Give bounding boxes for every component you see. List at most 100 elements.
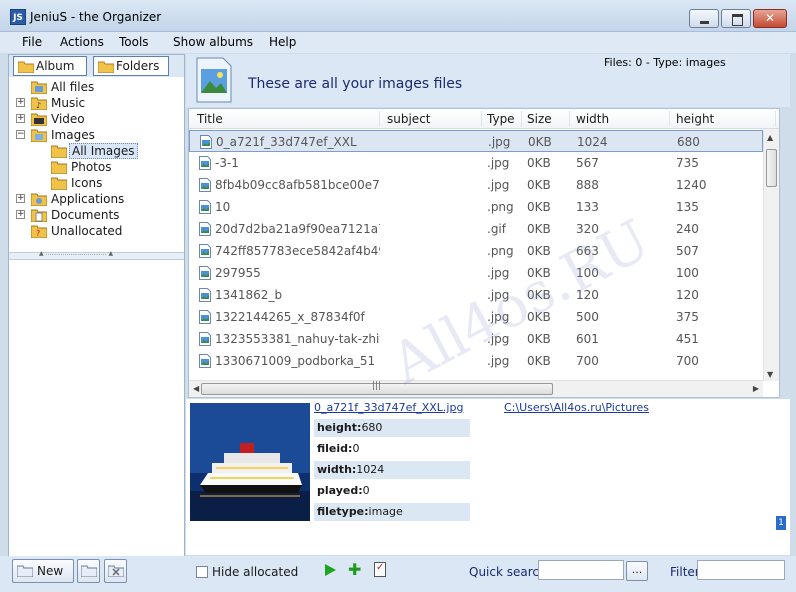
cell-size: 0KB [527, 178, 551, 192]
table-row[interactable]: 1341862_b .jpg 0KB 120 120 [189, 284, 763, 306]
expand-icon[interactable]: + [16, 210, 25, 219]
svg-text:♪: ♪ [36, 101, 41, 110]
image-file-icon [199, 310, 211, 324]
table-row[interactable]: 0_a721f_33d747ef_XXL .jpg 0KB 1024 680 [189, 130, 763, 152]
cell-type: .png [487, 244, 514, 258]
folder-icon [18, 61, 34, 73]
menu-bar: File Actions Tools Show albums Help [0, 32, 796, 53]
cell-size: 0KB [527, 354, 551, 368]
column-divider[interactable] [521, 111, 522, 127]
tree-label: All Images [69, 143, 138, 159]
minimize-button[interactable] [689, 9, 719, 28]
horizontal-scroll-thumb[interactable] [201, 381, 553, 395]
new-album-button[interactable]: New [12, 559, 74, 583]
cell-title: 0_a721f_33d747ef_XXL [216, 135, 357, 149]
table-row[interactable]: 1323553381_nahuy-tak-zhit .jpg 0KB 601 451 [189, 328, 763, 350]
browse-button[interactable]: ... [626, 561, 648, 581]
expand-icon[interactable]: + [16, 98, 25, 107]
page-number-badge[interactable]: 1 [776, 516, 786, 530]
table-row[interactable]: -3-1 .jpg 0KB 567 735 [189, 152, 763, 174]
table-row[interactable]: 742ff857783ece5842af4b499... .png 0KB 663 50… [189, 240, 763, 262]
vertical-scroll-thumb[interactable] [766, 149, 777, 187]
cell-height: 700 [676, 354, 699, 368]
column-width[interactable]: width [576, 112, 609, 126]
images-folder-icon [31, 129, 47, 142]
collapse-icon[interactable]: − [16, 130, 25, 139]
close-button[interactable]: ✕ [753, 9, 787, 28]
add-icon[interactable]: ✚ [348, 562, 361, 578]
cell-height: 451 [676, 332, 699, 346]
column-subject[interactable]: subject [387, 112, 431, 126]
quick-search-input[interactable] [538, 560, 624, 580]
filter-input[interactable] [697, 560, 785, 580]
menu-help[interactable]: Help [269, 35, 296, 49]
tree-label: Icons [71, 176, 103, 190]
prop-filetype: filetype:image [314, 503, 470, 521]
column-divider[interactable] [569, 111, 570, 127]
menu-actions[interactable]: Actions [60, 35, 104, 49]
tab-folders[interactable]: Folders [93, 56, 169, 76]
column-divider[interactable] [481, 111, 482, 127]
table-row[interactable]: 20d7d2ba21a9f90ea7121a76... .gif 0KB 320 240 [189, 218, 763, 240]
table-row[interactable]: 1330671009_podborka_51 .jpg 0KB 700 700 [189, 350, 763, 372]
column-title[interactable]: Title [197, 112, 223, 126]
column-size[interactable]: Size [527, 112, 552, 126]
image-file-icon [199, 178, 211, 192]
unallocated-folder-icon: ? [31, 225, 47, 238]
image-file-icon [199, 288, 211, 302]
expand-icon[interactable]: + [16, 194, 25, 203]
files-count-info: Files: 0 - Type: images [604, 56, 726, 69]
column-height[interactable]: height [676, 112, 714, 126]
play-icon[interactable] [325, 564, 336, 576]
cell-height: 240 [676, 222, 699, 236]
vertical-scrollbar[interactable]: ▲ ▼ [763, 129, 779, 381]
menu-file[interactable]: File [22, 35, 42, 49]
horizontal-scrollbar[interactable]: ◀ ▶ [189, 380, 763, 397]
column-divider[interactable] [669, 111, 670, 127]
hide-allocated-checkbox[interactable] [196, 566, 208, 578]
prop-key: played: [317, 484, 363, 497]
prop-key: height: [317, 421, 362, 434]
delete-folder-button[interactable] [104, 559, 127, 583]
maximize-button[interactable] [721, 9, 751, 28]
documents-folder-icon [31, 209, 47, 222]
scroll-up-icon[interactable]: ▲ [767, 133, 773, 142]
cell-type: .jpg [487, 288, 510, 302]
table-row[interactable]: 10 .png 0KB 133 135 [189, 196, 763, 218]
table-row[interactable]: 8fb4b09cc8afb581bce00e746... .jpg 0KB 888 12… [189, 174, 763, 196]
menu-show-albums[interactable]: Show albums [173, 35, 253, 49]
scroll-down-icon[interactable]: ▼ [767, 370, 773, 379]
detail-pane: 0_a721f_33d747ef_XXL.jpg C:\Users\All4os… [186, 399, 790, 555]
new-button-label: New [37, 564, 64, 578]
folder-icon [51, 161, 67, 174]
cell-type: .jpg [487, 266, 510, 280]
cell-height: 507 [676, 244, 699, 258]
column-type[interactable]: Type [487, 112, 515, 126]
checklist-icon[interactable] [374, 562, 386, 577]
scroll-right-icon[interactable]: ▶ [753, 384, 759, 393]
column-divider[interactable] [379, 111, 380, 127]
scroll-left-icon[interactable]: ◀ [193, 384, 199, 393]
cell-width: 500 [576, 310, 599, 324]
selected-file-link[interactable]: 0_a721f_33d747ef_XXL.jpg [314, 401, 463, 414]
table-row[interactable]: 1322144265_x_87834f0f .jpg 0KB 500 375 [189, 306, 763, 328]
cell-width: 1024 [577, 135, 608, 149]
open-folder-button[interactable] [77, 559, 100, 583]
image-file-icon [199, 266, 211, 280]
cell-type: .jpg [488, 135, 511, 149]
column-divider[interactable] [775, 111, 776, 127]
cell-type: .jpg [487, 310, 510, 324]
tab-album[interactable]: Album [13, 56, 87, 76]
file-path-link[interactable]: C:\Users\All4os.ru\Pictures [504, 401, 649, 414]
prop-width: width:1024 [314, 461, 470, 479]
menu-tools[interactable]: Tools [119, 35, 149, 49]
table-row[interactable]: 297955 .jpg 0KB 100 100 [189, 262, 763, 284]
image-file-icon [199, 156, 211, 170]
cell-size: 0KB [527, 156, 551, 170]
tree-label: All files [51, 80, 95, 94]
panel-splitter[interactable] [9, 250, 184, 260]
cell-type: .gif [487, 222, 506, 236]
expand-icon[interactable]: + [16, 114, 25, 123]
cell-size: 0KB [527, 266, 551, 280]
ship-preview-image[interactable] [190, 403, 310, 521]
